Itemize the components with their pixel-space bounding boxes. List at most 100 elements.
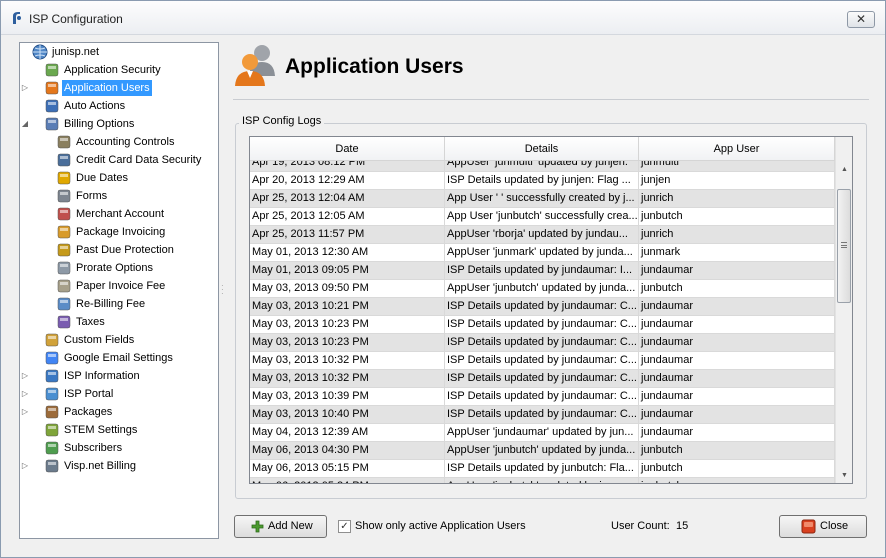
tree-item-label: Past Due Protection: [76, 244, 174, 256]
collapsed-arrow-icon[interactable]: ▷: [21, 403, 29, 421]
table-row[interactable]: May 03, 2013 10:32 PM ISP Details updated…: [250, 370, 835, 388]
tree-item-label: Visp.net Billing: [64, 460, 136, 472]
isp-configuration-window: ISP Configuration ✕ junisp.net Applicati…: [0, 0, 886, 558]
tree-item-label: Custom Fields: [64, 334, 135, 346]
close-label: Close: [820, 520, 849, 532]
column-header-date[interactable]: Date: [250, 137, 445, 161]
title-bar: ISP Configuration ✕: [1, 1, 885, 35]
tree-item-label: Taxes: [76, 316, 105, 328]
cell-date: May 03, 2013 10:32 PM: [250, 370, 445, 387]
table-row[interactable]: May 01, 2013 12:30 AM AppUser 'junmark' u…: [250, 244, 835, 262]
ledger-icon: [57, 135, 71, 149]
cell-app-user: jundaumar: [639, 388, 835, 405]
scroll-thumb[interactable]: [837, 189, 851, 303]
tax-icon: [57, 315, 71, 329]
table-row[interactable]: May 03, 2013 10:21 PM ISP Details updated…: [250, 298, 835, 316]
tree-item-label: Prorate Options: [76, 262, 154, 274]
table-row[interactable]: May 06, 2013 05:15 PM ISP Details updated…: [250, 460, 835, 478]
cell-date: May 06, 2013 04:30 PM: [250, 442, 445, 459]
tree-item-label: Packages: [64, 406, 113, 418]
cell-details: ISP Details updated by jundaumar: C...: [445, 334, 639, 351]
cell-details: AppUser 'junbutch' updated by junda...: [445, 280, 639, 297]
tree-item-label: Credit Card Data Security: [76, 154, 202, 166]
table-row[interactable]: May 03, 2013 10:39 PM ISP Details updated…: [250, 388, 835, 406]
table-row[interactable]: May 03, 2013 10:23 PM ISP Details updated…: [250, 316, 835, 334]
table-row[interactable]: Apr 25, 2013 12:05 AM App User 'junbutch'…: [250, 208, 835, 226]
scroll-grip-icon: [841, 242, 847, 248]
cell-details: AppUser 'junmark' updated by junda...: [445, 244, 639, 261]
tree-item-label: Accounting Controls: [76, 136, 175, 148]
cell-app-user: junbutch: [639, 208, 835, 225]
window-close-button[interactable]: ✕: [847, 11, 875, 28]
tree-item-label: ISP Information: [64, 370, 140, 382]
close-button[interactable]: Close: [779, 515, 867, 538]
portal-icon: [45, 387, 59, 401]
cell-details: AppUser 'jundaumar' updated by jun...: [445, 424, 639, 441]
document-icon: [57, 261, 71, 275]
printer-icon: [57, 189, 71, 203]
visp-billing-icon: [45, 459, 59, 473]
cell-app-user: jundaumar: [639, 352, 835, 369]
cell-details: ISP Details updated by jundaumar: C...: [445, 388, 639, 405]
cell-app-user: junrich: [639, 226, 835, 243]
tree-item-label: Auto Actions: [64, 100, 126, 112]
cell-date: Apr 25, 2013 12:04 AM: [250, 190, 445, 207]
table-row[interactable]: May 03, 2013 10:40 PM ISP Details updated…: [250, 406, 835, 424]
header-divider: [233, 99, 869, 100]
table-row[interactable]: May 06, 2013 05:24 PMAppUser 'junbutch' …: [250, 478, 835, 483]
close-square-icon: [801, 519, 816, 534]
table-row[interactable]: May 03, 2013 09:50 PM AppUser 'junbutch' …: [250, 280, 835, 298]
users-icon: [45, 81, 59, 95]
show-active-checkbox[interactable]: ✓: [338, 520, 351, 533]
table-row[interactable]: May 03, 2013 10:23 PM ISP Details updated…: [250, 334, 835, 352]
logs-grid-body: Apr 19, 2013 08:12 PM AppUser 'junmulti' …: [250, 161, 835, 483]
user-count-value: 15: [676, 520, 689, 532]
cell-app-user: junrich: [639, 190, 835, 207]
cell-date: May 04, 2013 12:39 AM: [250, 424, 445, 441]
scroll-down-arrow-icon[interactable]: ▼: [836, 467, 852, 483]
settings-tree[interactable]: junisp.net Application Security ▷ Applicat…: [19, 42, 219, 539]
column-header-app-user[interactable]: App User: [639, 137, 835, 161]
cell-date: Apr 25, 2013 12:05 AM: [250, 208, 445, 225]
security-icon: [45, 63, 59, 77]
table-row[interactable]: Apr 25, 2013 12:04 AM App User ' ' succes…: [250, 190, 835, 208]
table-row[interactable]: May 04, 2013 12:39 AM AppUser 'jundaumar'…: [250, 424, 835, 442]
card-icon: [57, 153, 71, 167]
show-active-label[interactable]: Show only active Application Users: [355, 520, 526, 532]
table-row[interactable]: Apr 25, 2013 11:57 PM AppUser 'rborja' up…: [250, 226, 835, 244]
column-header-details[interactable]: Details: [445, 137, 639, 161]
cell-app-user: jundaumar: [639, 298, 835, 315]
logs-vertical-scrollbar[interactable]: ▲ ▼: [835, 137, 852, 483]
app-logo-icon: [13, 12, 21, 24]
collapsed-arrow-icon[interactable]: ▷: [21, 385, 29, 403]
collapsed-arrow-icon[interactable]: ▷: [21, 367, 29, 385]
cell-date: May 03, 2013 10:32 PM: [250, 352, 445, 369]
cell-app-user: jundaumar: [639, 424, 835, 441]
billing-icon: [45, 117, 59, 131]
splitter-grip[interactable]: · · ·: [221, 282, 224, 298]
cell-details: ISP Details updated by junjen: Flag ...: [445, 172, 639, 189]
table-row[interactable]: Apr 20, 2013 12:29 AM ISP Details updated…: [250, 172, 835, 190]
collapsed-arrow-icon[interactable]: ▷: [21, 457, 29, 475]
tree-item-label: Google Email Settings: [64, 352, 173, 364]
collapsed-arrow-icon[interactable]: ▷: [21, 79, 29, 97]
tree-item-label: Package Invoicing: [76, 226, 166, 238]
cell-details: App User 'junbutch' successfully crea...: [445, 208, 639, 225]
tree-item-label: Merchant Account: [76, 208, 165, 220]
logs-grid[interactable]: Date Details App User Apr 19, 2013 08:12…: [249, 136, 853, 484]
pencil-icon: [45, 333, 59, 347]
tree-item-label: Re-Billing Fee: [76, 298, 146, 310]
table-row[interactable]: May 03, 2013 10:32 PM ISP Details updated…: [250, 352, 835, 370]
expanded-arrow-icon[interactable]: ◢: [21, 115, 29, 133]
add-new-button[interactable]: Add New: [234, 515, 327, 538]
tree-item-label: Paper Invoice Fee: [76, 280, 166, 292]
tree-item-label: Subscribers: [64, 442, 123, 454]
table-row[interactable]: May 06, 2013 04:30 PM AppUser 'junbutch' …: [250, 442, 835, 460]
subscribers-icon: [45, 441, 59, 455]
cell-date: Apr 25, 2013 11:57 PM: [250, 226, 445, 243]
table-row[interactable]: May 01, 2013 09:05 PM ISP Details updated…: [250, 262, 835, 280]
scroll-up-arrow-icon[interactable]: ▲: [836, 161, 852, 178]
cell-date: May 03, 2013 10:23 PM: [250, 316, 445, 333]
table-row[interactable]: Apr 19, 2013 08:12 PM AppUser 'junmulti' …: [250, 161, 835, 172]
user-count-label: User Count:: [611, 520, 670, 532]
